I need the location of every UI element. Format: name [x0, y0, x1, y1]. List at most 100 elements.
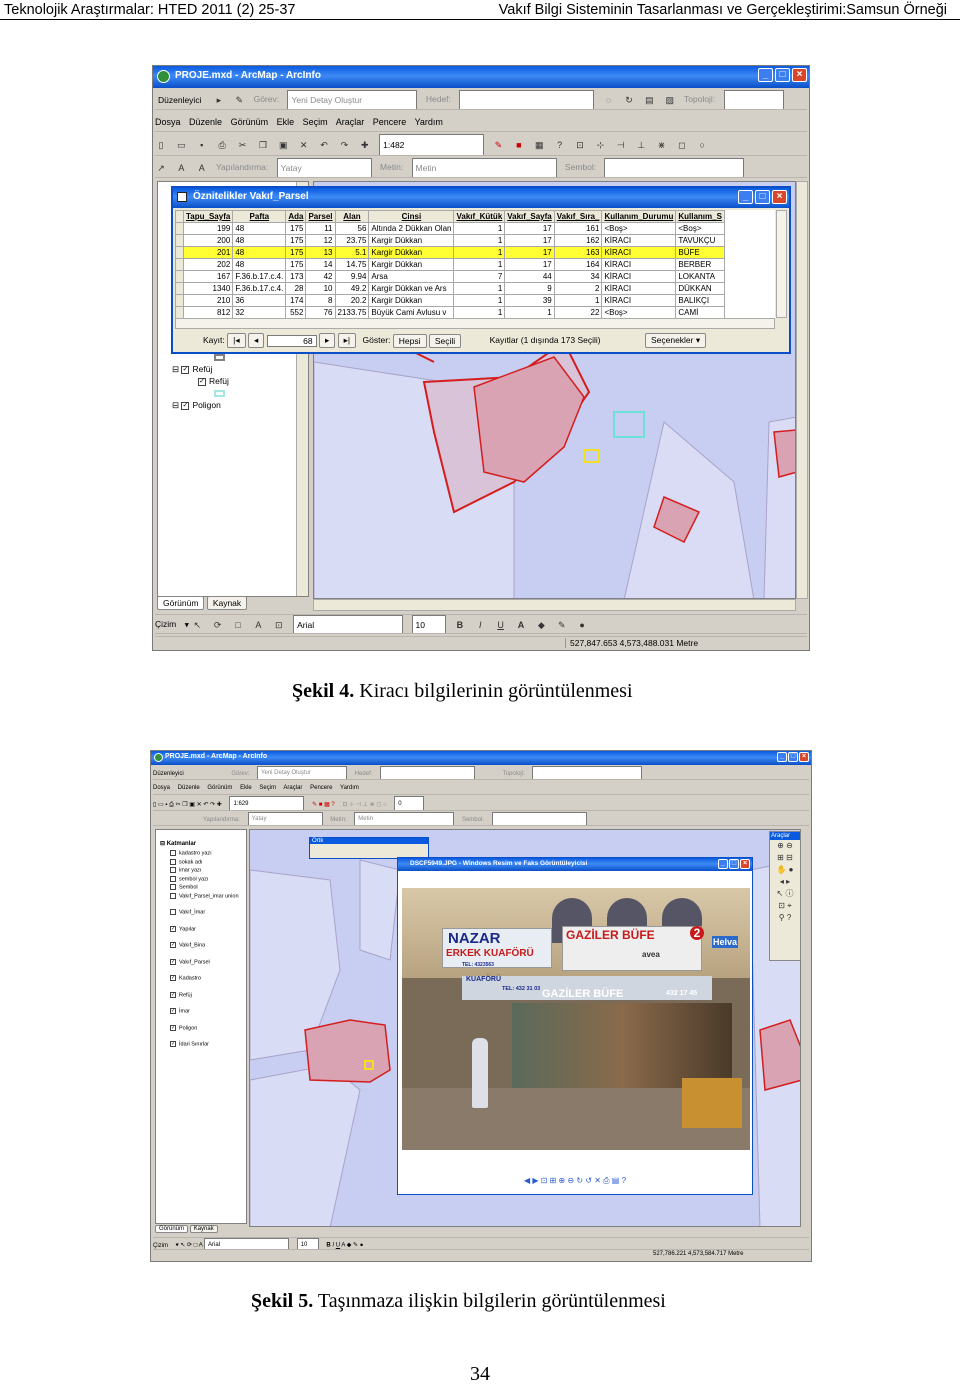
- edit-arrow-icon[interactable]: ▸: [213, 94, 225, 106]
- undo-icon[interactable]: ↶: [318, 139, 330, 151]
- viewer-close-button[interactable]: ×: [740, 859, 750, 869]
- menu-help[interactable]: Yardım: [415, 117, 443, 127]
- text-select-2[interactable]: Metin: [354, 812, 455, 825]
- menu-edit[interactable]: Düzenle: [189, 117, 222, 127]
- fill-color-icon[interactable]: ◆: [535, 619, 547, 631]
- menu-window[interactable]: Pencere: [373, 117, 407, 127]
- snap-icon-1[interactable]: ⊡: [574, 139, 586, 151]
- close-button[interactable]: ×: [792, 68, 807, 82]
- column-header[interactable]: Parsel: [305, 210, 336, 223]
- editor-menu-2[interactable]: Düzenleyici: [153, 771, 184, 777]
- topology-select[interactable]: [723, 90, 784, 109]
- toc-layer[interactable]: ✓Vakıf_Bina: [170, 942, 205, 948]
- table-row[interactable]: 199 48 175 11 56 Altında 2 Dükkan Olan 1 17 161 <…: [175, 222, 725, 235]
- text-a2-icon[interactable]: A: [196, 162, 208, 174]
- close-button-2[interactable]: ×: [799, 752, 809, 762]
- open-icon[interactable]: ▭: [175, 139, 187, 151]
- table-row[interactable]: 210 36 174 8 20.2 Kargir Dükkan 1 39 1 KİRACI BALI…: [175, 294, 725, 307]
- table-row[interactable]: 812 32 552 76 2133.75 Büyük Cami Avlusu v 1 1 22…: [175, 306, 725, 318]
- toc-checkbox[interactable]: ✓: [170, 1041, 176, 1047]
- menu-tools-2[interactable]: Araçlar: [283, 785, 302, 791]
- menu-insert[interactable]: Ekle: [277, 117, 295, 127]
- attr-close-button[interactable]: ×: [772, 190, 787, 204]
- sketch-props-icon[interactable]: ▨: [664, 94, 676, 106]
- next-record-button[interactable]: ▸: [319, 333, 336, 348]
- toc-checkbox[interactable]: ✓: [181, 401, 190, 410]
- attr-scrollbar-v[interactable]: [776, 210, 787, 318]
- menu-insert-2[interactable]: Ekle: [240, 785, 252, 791]
- snap-icon-7[interactable]: ○: [696, 139, 708, 151]
- toc-layer[interactable]: ✓Yapılar: [170, 925, 196, 932]
- show-all-button[interactable]: Hepsi: [392, 333, 427, 348]
- toc-checkbox[interactable]: ✓: [170, 942, 176, 948]
- column-header[interactable]: Vakıf_Sayfa: [504, 210, 555, 223]
- save-icon[interactable]: ▪: [196, 139, 208, 151]
- column-header[interactable]: Pafta: [232, 210, 287, 223]
- toc-layer[interactable]: ✓ İdari Sınırlar: [170, 1041, 209, 1047]
- toc-checkbox[interactable]: [170, 867, 176, 873]
- marker-color-icon[interactable]: ●: [576, 619, 588, 631]
- new-icon[interactable]: ▯: [155, 139, 167, 151]
- topology-select-2[interactable]: [532, 766, 643, 779]
- zoom-combo-2[interactable]: 0: [394, 796, 425, 810]
- toc-checkbox[interactable]: ✓: [198, 377, 206, 386]
- tab-display[interactable]: Görünüm: [157, 596, 205, 610]
- target-select-2[interactable]: [380, 766, 476, 779]
- toc-layer[interactable]: Vakıf_İmar: [170, 909, 205, 915]
- show-selected-button[interactable]: Seçili: [428, 333, 462, 348]
- line-color-icon[interactable]: ✎: [556, 619, 568, 631]
- maximize-button-2[interactable]: □: [788, 752, 798, 762]
- column-header[interactable]: Alan: [334, 210, 370, 223]
- column-header[interactable]: Vakıf_Kütük: [453, 210, 506, 223]
- task-select-2[interactable]: Yeni Detay Oluştur: [257, 766, 348, 779]
- pointer-icon[interactable]: ↖: [191, 619, 203, 631]
- menu-tools[interactable]: Araçlar: [336, 117, 365, 127]
- column-header[interactable]: Vakıf_Sıra_: [553, 210, 603, 223]
- row-selector[interactable]: [175, 270, 184, 283]
- tab-source[interactable]: Kaynak: [206, 596, 248, 610]
- row-selector[interactable]: [175, 234, 184, 247]
- menu-edit-2[interactable]: Düzenle: [178, 785, 200, 791]
- options-button[interactable]: Seçenekler ▾: [644, 333, 707, 348]
- toc-checkbox[interactable]: ✓: [170, 991, 176, 998]
- text-tool-icon[interactable]: A: [252, 619, 264, 631]
- attr-minimize-button[interactable]: _: [738, 190, 753, 204]
- toc-layer[interactable]: ✓İmar: [170, 1008, 190, 1014]
- column-header[interactable]: Kullanım_S: [675, 210, 725, 223]
- font-select-2[interactable]: Arial: [204, 1238, 290, 1249]
- text-select[interactable]: Metin: [411, 158, 557, 177]
- arctoolbox-icon[interactable]: ■: [513, 139, 525, 151]
- menu-view-2[interactable]: Görünüm: [207, 785, 232, 791]
- menu-view[interactable]: Görünüm: [231, 117, 269, 127]
- menu-file-2[interactable]: Dosya: [153, 785, 170, 791]
- rotate-icon[interactable]: ↻: [623, 94, 635, 106]
- row-selector[interactable]: [175, 258, 184, 271]
- toc-layer[interactable]: ✓Vakıf_Parsel: [170, 958, 210, 965]
- toc-layer[interactable]: Sembol: [170, 884, 198, 890]
- catalog-icon[interactable]: ▦: [533, 139, 545, 151]
- help-icon[interactable]: ?: [554, 139, 566, 151]
- table-row[interactable]: 201 48 175 13 5.1 Kargir Dükkan 1 17 163 KİRACI BÜ…: [175, 246, 725, 259]
- pencil-icon[interactable]: ✎: [233, 94, 245, 106]
- scale-select[interactable]: 1:482: [379, 134, 485, 155]
- first-record-button[interactable]: |◂: [227, 333, 246, 348]
- menu-window-2[interactable]: Pencere: [310, 785, 332, 791]
- tab-source-2[interactable]: Kaynak: [189, 1225, 218, 1233]
- table-row[interactable]: 200 48 175 12 23.75 Kargir Dükkan 1 17 162 KİRACI…: [175, 234, 725, 247]
- rectangle-icon[interactable]: □: [232, 619, 244, 631]
- rotate-tool-icon[interactable]: ⟳: [212, 619, 224, 631]
- toc-layer[interactable]: sokak adı: [170, 858, 203, 865]
- tools-icons[interactable]: ⊕ ⊖ ⊞ ⊟ ✋ ● ◂ ▸ ↖ ⓘ ⊡ ⌖ ⚲ ?: [770, 840, 800, 924]
- toc-checkbox[interactable]: ✓: [170, 975, 176, 981]
- paste-icon[interactable]: ▣: [277, 139, 289, 151]
- toc-layer[interactable]: kadastro yazı: [170, 850, 212, 856]
- task-select[interactable]: Yeni Detay Oluştur: [287, 90, 418, 109]
- menu-file[interactable]: Dosya: [155, 117, 181, 127]
- toc-checkbox[interactable]: [170, 858, 176, 865]
- attr-maximize-button[interactable]: □: [755, 190, 770, 204]
- toc-checkbox[interactable]: [170, 875, 176, 882]
- menu-help-2[interactable]: Yardım: [340, 785, 359, 791]
- scale-select-2[interactable]: 1:629: [229, 796, 305, 810]
- record-input[interactable]: 68: [266, 334, 317, 347]
- row-selector[interactable]: [175, 282, 184, 295]
